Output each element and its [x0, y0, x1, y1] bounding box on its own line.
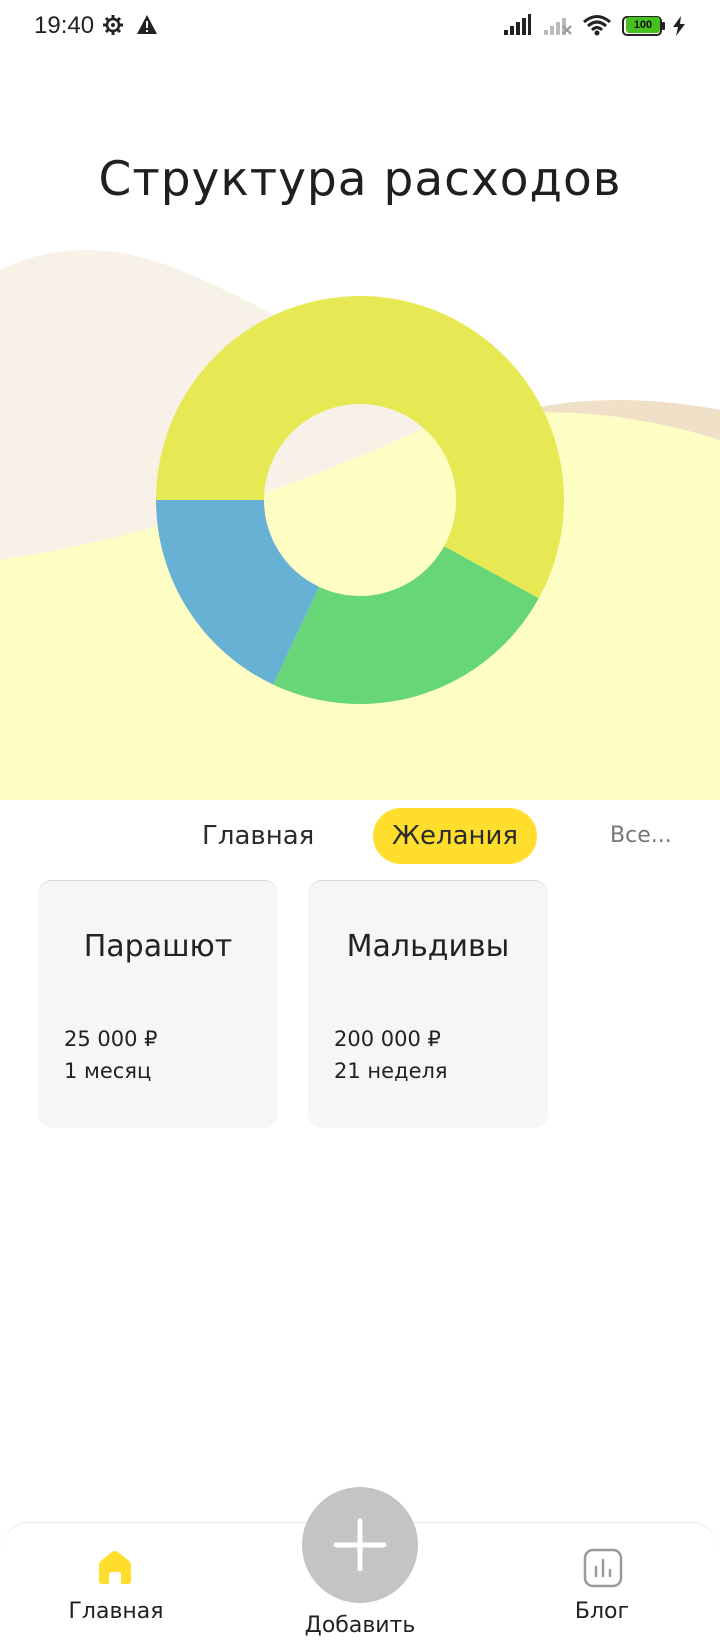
- nav-home-label[interactable]: Главная: [58, 1599, 174, 1624]
- warning-icon: [137, 15, 157, 34]
- wish-card-amount: 25 000 ₽: [64, 1027, 158, 1051]
- tab-main[interactable]: Главная: [202, 808, 314, 864]
- expense-chart: [0, 230, 720, 800]
- chart-icon[interactable]: [582, 1547, 624, 1589]
- page-title: Структура расходов: [98, 152, 622, 207]
- signal-off-icon: [544, 18, 572, 35]
- wifi-icon: [583, 15, 611, 36]
- donut-chart: [0, 250, 720, 800]
- plus-icon: [333, 1518, 387, 1572]
- nav-blog-label[interactable]: Блог: [552, 1599, 652, 1624]
- wish-card[interactable]: Мальдивы 200 000 ₽ 21 неделя: [308, 880, 548, 1128]
- wish-card-title: Парашют: [83, 929, 233, 964]
- wish-card-amount: 200 000 ₽: [334, 1027, 441, 1051]
- add-button[interactable]: [302, 1487, 418, 1603]
- battery-icon: 100: [622, 16, 666, 36]
- nav-add-label[interactable]: Добавить: [280, 1613, 440, 1638]
- home-icon[interactable]: [95, 1547, 135, 1587]
- charging-icon: [673, 16, 685, 36]
- battery-level: 100: [626, 17, 660, 33]
- status-bar: 19:40 100: [0, 0, 720, 56]
- tab-bar: Главная Желания Все...: [0, 808, 720, 864]
- wish-card-term: 1 месяц: [64, 1059, 152, 1083]
- gear-icon: [103, 15, 123, 35]
- bottom-nav: Главная Добавить Блог: [0, 1487, 720, 1650]
- tab-wishes[interactable]: Желания: [373, 808, 537, 864]
- wish-card-term: 21 неделя: [334, 1059, 448, 1083]
- wish-card[interactable]: Парашют 25 000 ₽ 1 месяц: [38, 880, 278, 1128]
- donut-hole: [264, 404, 456, 596]
- tab-all[interactable]: Все...: [610, 808, 672, 864]
- status-time: 19:40: [34, 12, 95, 39]
- signal-icon: [504, 14, 531, 35]
- wish-card-title: Мальдивы: [346, 929, 510, 964]
